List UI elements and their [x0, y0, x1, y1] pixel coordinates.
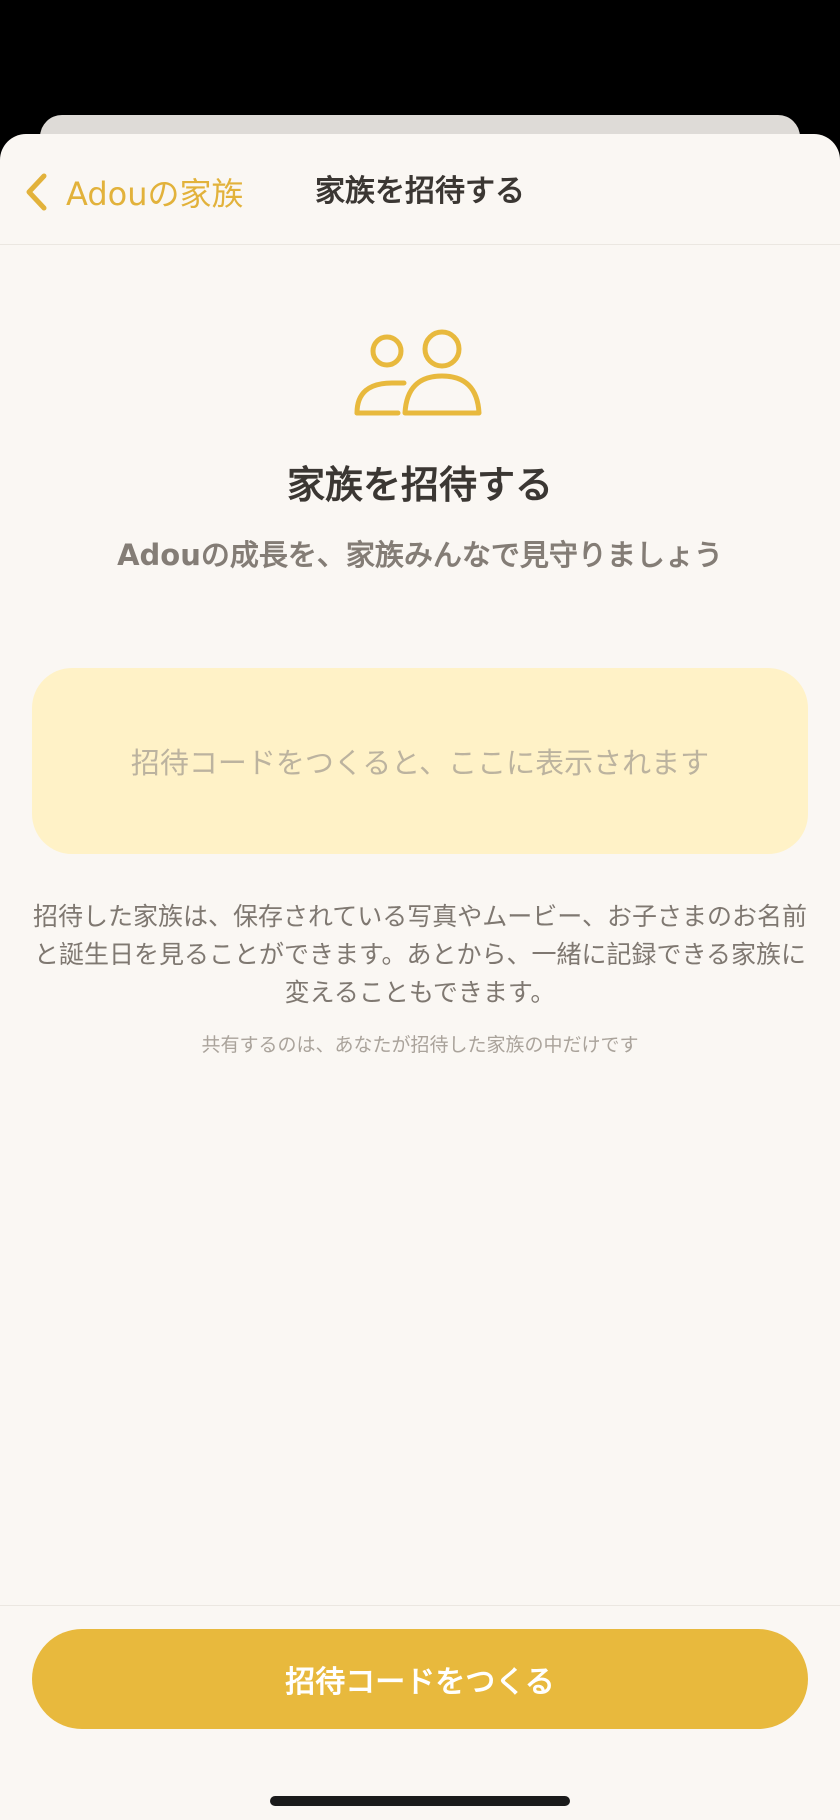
chevron-left-icon: [22, 170, 52, 214]
invite-code-box: 招待コードをつくると、ここに表示されます: [32, 668, 808, 854]
home-indicator: [270, 1796, 570, 1806]
invite-family-sheet: Adouの家族 家族を招待する 家族を招待する Adouの成長を、家族みんなで見…: [0, 134, 840, 1820]
nav-title: 家族を招待する: [315, 174, 525, 209]
invite-description: 招待した家族は、保存されている写真やムービー、お子さまのお名前と誕生日を見ること…: [32, 902, 807, 1007]
create-invite-code-button[interactable]: 招待コードをつくる: [32, 1629, 808, 1729]
navigation-bar: Adouの家族 家族を招待する: [0, 134, 840, 245]
privacy-note: 共有するのは、あなたが招待した家族の中だけです: [201, 1034, 639, 1056]
footer-divider: [0, 1605, 840, 1606]
people-icon: [350, 324, 490, 424]
invite-code-placeholder: 招待コードをつくると、ここに表示されます: [130, 746, 710, 780]
invite-heading: 家族を招待する: [286, 463, 553, 507]
invite-subheading: Adouの成長を、家族みんなで見守りましょう: [117, 538, 723, 572]
